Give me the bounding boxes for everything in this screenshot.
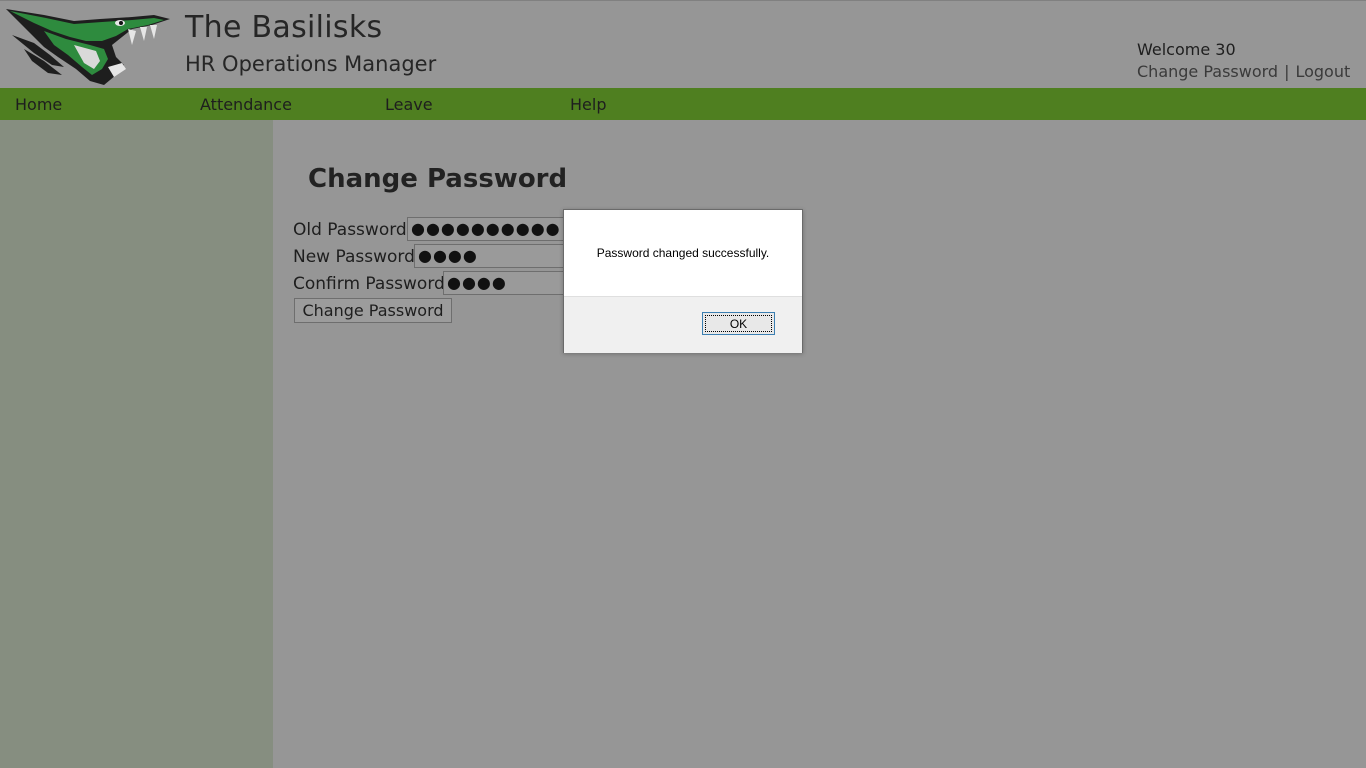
alert-dialog: Password changed successfully. OK: [563, 209, 803, 353]
change-password-button[interactable]: Change Password: [294, 298, 452, 323]
page-title: Change Password: [308, 164, 568, 194]
new-password-label: New Password: [293, 247, 415, 267]
app-subtitle: HR Operations Manager: [185, 52, 437, 76]
dialog-footer: OK: [564, 296, 802, 353]
confirm-password-input[interactable]: ●●●●: [443, 271, 567, 295]
old-password-label: Old Password: [293, 220, 407, 240]
old-password-input[interactable]: ●●●●●●●●●●: [407, 217, 567, 241]
logout-link[interactable]: Logout: [1295, 62, 1350, 81]
app-title: The Basilisks: [185, 10, 383, 45]
main-nav: Home Attendance Leave Help: [0, 88, 1366, 120]
change-password-link[interactable]: Change Password: [1137, 62, 1278, 81]
sidebar: [0, 120, 273, 768]
welcome-text: Welcome 30: [1137, 40, 1236, 59]
link-separator: |: [1284, 62, 1290, 81]
basilisk-logo-icon: [6, 9, 170, 85]
nav-item-leave[interactable]: Leave: [385, 95, 433, 114]
ok-button[interactable]: OK: [702, 312, 775, 335]
nav-item-help[interactable]: Help: [570, 95, 606, 114]
user-links: Change Password | Logout: [1137, 62, 1350, 81]
nav-item-attendance[interactable]: Attendance: [200, 95, 292, 114]
dialog-message: Password changed successfully.: [596, 246, 770, 260]
new-password-input[interactable]: ●●●●: [414, 244, 567, 268]
confirm-password-label: Confirm Password: [293, 274, 445, 294]
header: The Basilisks HR Operations Manager Welc…: [0, 0, 1366, 88]
nav-item-home[interactable]: Home: [15, 95, 62, 114]
